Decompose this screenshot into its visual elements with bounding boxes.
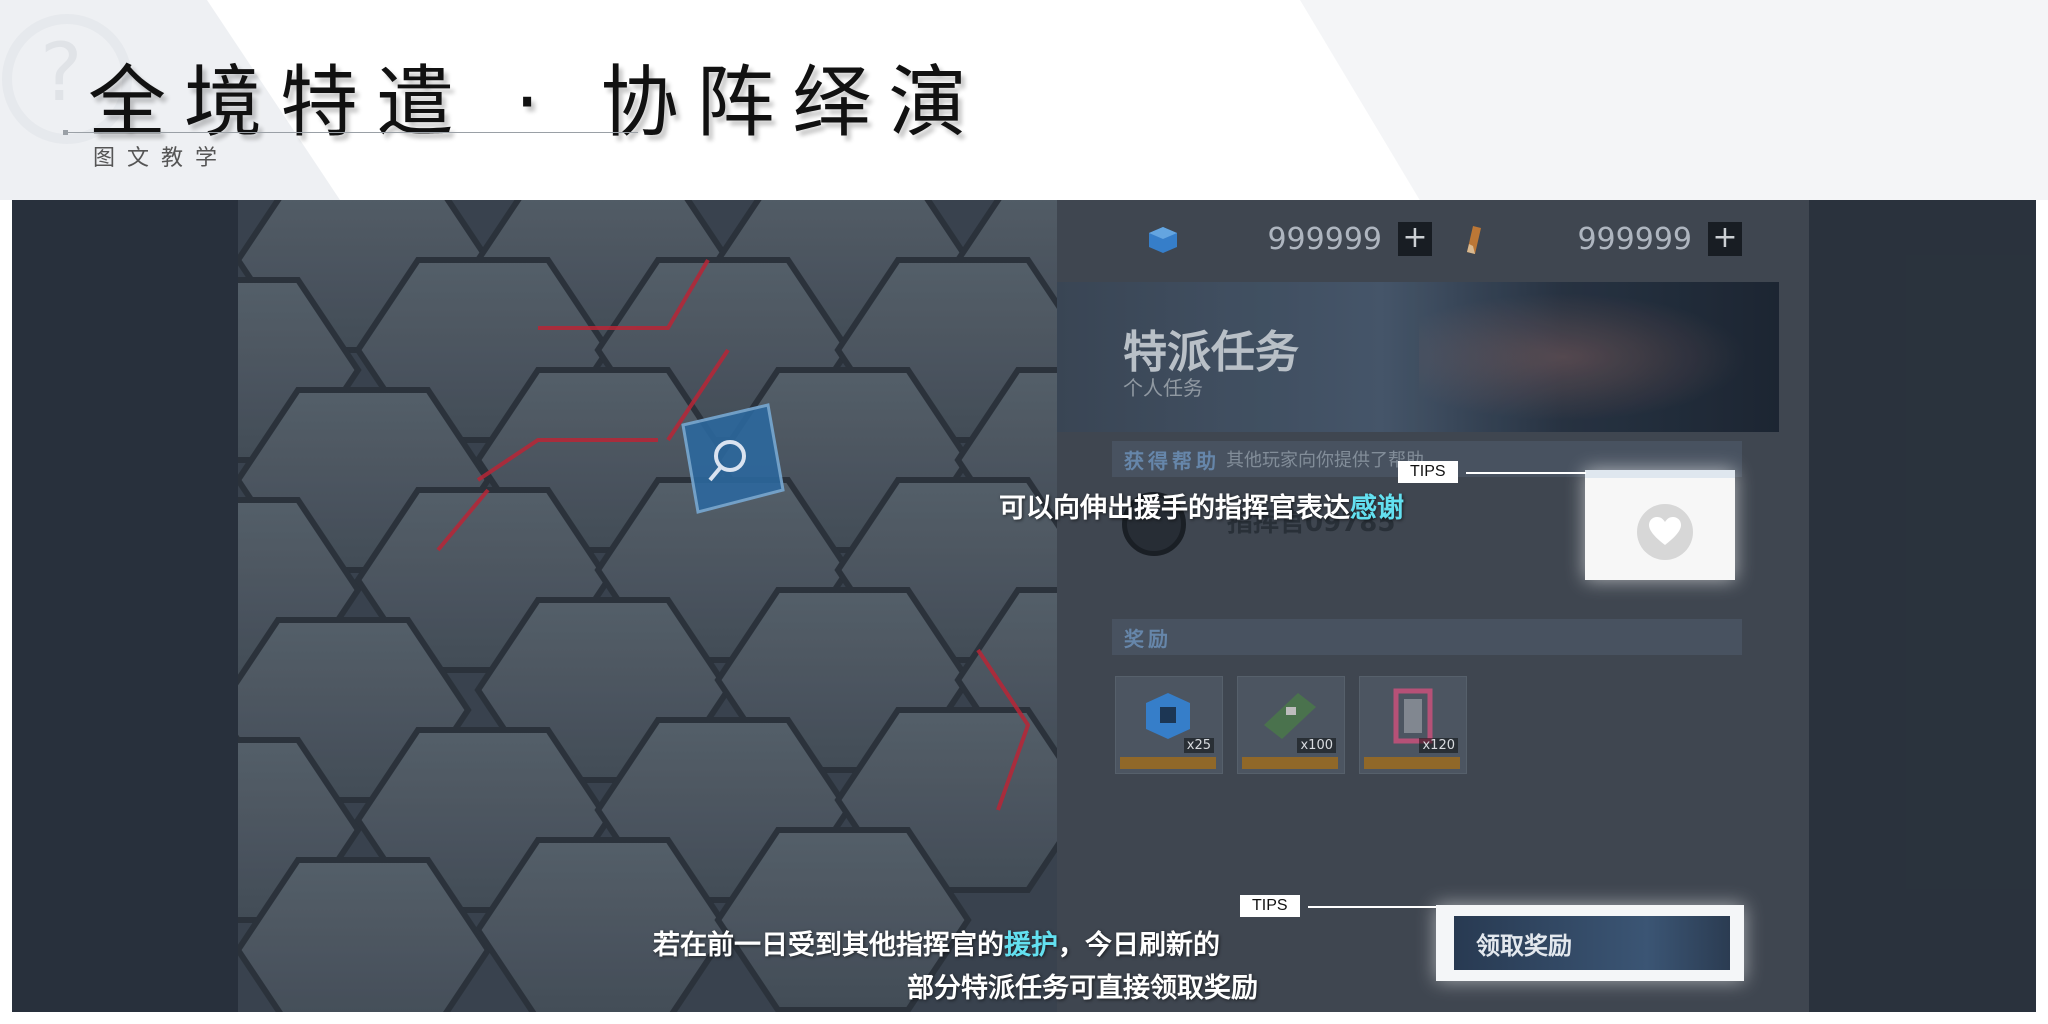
tips-tag: TIPS [1398, 461, 1458, 483]
header-banner: ? 全境特遣 · 协阵绎演 图文教学 [0, 0, 2048, 200]
tip-text: 可以向伸出援手的指挥官表达 [999, 493, 1350, 524]
tips-connector-line [1466, 472, 1586, 474]
tips-tag: TIPS [1240, 895, 1300, 917]
tip-highlight: 援护 [1004, 930, 1058, 961]
claim-reward-button[interactable]: 领取奖励 [1454, 916, 1730, 970]
claim-reward-label: 领取奖励 [1476, 931, 1572, 960]
tip-text: ，今日刷新的 [1058, 930, 1220, 961]
game-screenshot: 999999 + 999999 + 特派任务 个人任务 获得帮助 其他玩家向你提… [12, 200, 2036, 1012]
title-underline [64, 132, 638, 133]
header-deco-shape [1300, 0, 2048, 200]
tip-text-assist-line1: 若在前一日受到其他指挥官的援护，今日刷新的 [653, 923, 1220, 962]
question-mark-icon: ? [40, 26, 83, 119]
tip-text-thanks: 可以向伸出援手的指挥官表达感谢 [999, 486, 1404, 525]
tip-text: 若在前一日受到其他指挥官的 [653, 930, 1004, 961]
page-subtitle: 图文教学 [93, 146, 230, 171]
heart-icon [1637, 504, 1693, 560]
tip-text-assist-line2: 部分特派任务可直接领取奖励 [907, 973, 1258, 1004]
tip-highlight: 感谢 [1350, 493, 1404, 524]
thank-button[interactable] [1585, 470, 1735, 580]
tutorial-overlay [12, 200, 2036, 1012]
card-stripe [1585, 470, 1735, 478]
tips-connector-line [1308, 906, 1436, 908]
page-title: 全境特遣 · 协阵绎演 [88, 58, 985, 148]
